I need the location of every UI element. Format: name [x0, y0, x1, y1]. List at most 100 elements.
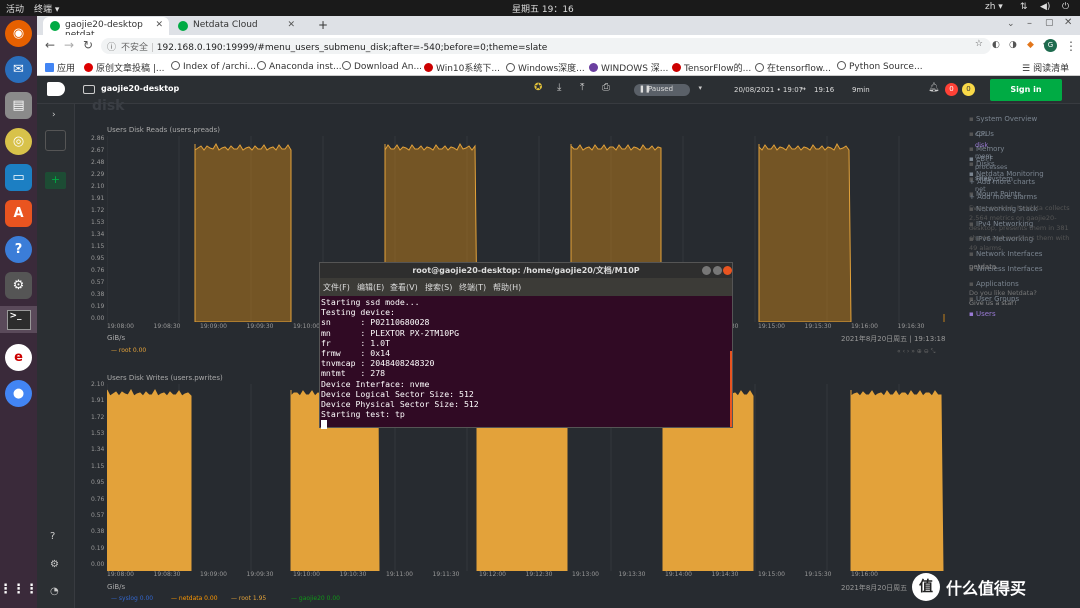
terminal-cursor — [321, 420, 327, 430]
bookmark-item[interactable]: Index of /archi... — [171, 61, 256, 72]
date-range[interactable]: 20/08/2021 • 19:07 — [734, 86, 803, 94]
settings-icon[interactable]: ⚙ — [5, 272, 32, 299]
menu-view[interactable]: 查看(V) — [390, 282, 418, 293]
bookmark-item[interactable]: Windows深度... — [506, 61, 585, 74]
upload-icon[interactable]: ⤒ — [580, 82, 584, 93]
minimize-icon[interactable]: – — [1027, 18, 1032, 29]
menu-item[interactable]: ▪ System Overview — [969, 115, 1079, 130]
terminal-window: root@gaojie20-desktop: /home/gaojie20/文档… — [319, 262, 733, 430]
clock[interactable]: 星期五 19：16 — [512, 2, 574, 15]
bookmark-item[interactable]: Python Source... — [837, 61, 923, 72]
github-star-link[interactable]: Give us a star! — [969, 299, 1079, 309]
netdata-logo-icon[interactable] — [47, 82, 65, 96]
help-circle-icon[interactable]: ? — [50, 531, 55, 542]
play-pause-toggle[interactable]: ❚❚ Paused ▾ — [634, 84, 702, 96]
menu-help[interactable]: 帮助(H) — [493, 282, 521, 293]
network-icon[interactable]: ⇅ — [1020, 2, 1028, 12]
close-tab-icon[interactable]: ✕ — [155, 20, 163, 30]
help-icon[interactable]: ? — [5, 236, 32, 263]
terminal-output[interactable]: Starting ssd mode... Testing device: sn : … — [320, 296, 732, 430]
activities-button[interactable]: 活动 — [6, 2, 24, 15]
legend-item-gaojie20[interactable]: — gaojie20 0.00 — [291, 595, 340, 602]
terminal-icon[interactable]: >_ — [0, 306, 37, 333]
terminal-scrollbar[interactable] — [730, 351, 732, 427]
bookmark-item[interactable]: 在tensorflow... — [755, 61, 831, 74]
tab-netdata-local[interactable]: gaojie20-desktop netdat ✕ — [43, 17, 169, 40]
chart-area — [107, 388, 192, 571]
xmind-icon[interactable]: e — [5, 344, 32, 371]
profile-avatar[interactable]: G — [1044, 39, 1057, 52]
apps-grid-icon[interactable]: ⋮⋮⋮ — [0, 576, 38, 603]
power-icon[interactable]: ⏻ — [1062, 2, 1069, 12]
close-icon[interactable] — [723, 266, 732, 275]
new-tab-button[interactable]: + — [318, 18, 328, 32]
firefox-icon[interactable]: ◉ — [5, 20, 32, 47]
reading-list[interactable]: ☰ 阅读清单 — [1022, 61, 1069, 74]
menu-edit[interactable]: 编辑(E) — [357, 282, 384, 293]
bookmark-item[interactable]: Anaconda inst... — [257, 61, 342, 72]
legend-item-root[interactable]: — root 0.00 — [111, 347, 146, 354]
menu-icon: ▪ — [969, 280, 976, 288]
chrome-menu-icon[interactable]: ⋮ — [1065, 39, 1077, 53]
back-icon[interactable]: ← — [45, 38, 55, 52]
expand-chevron-icon[interactable]: › — [52, 110, 56, 120]
terminal-titlebar[interactable]: root@gaojie20-desktop: /home/gaojie20/文档… — [320, 263, 732, 278]
volume-icon[interactable]: ◀) — [1040, 2, 1050, 12]
gear-icon[interactable]: ⚙ — [50, 559, 59, 570]
sign-in-button[interactable]: Sign in — [990, 79, 1062, 101]
chrome-icon[interactable]: ● — [5, 380, 32, 407]
bookmark-star-icon[interactable]: ☆ — [975, 39, 983, 49]
forward-icon[interactable]: → — [64, 38, 74, 52]
download-icon[interactable]: ⤓ — [557, 82, 561, 93]
software-icon[interactable]: A — [5, 200, 32, 227]
end-time[interactable]: 19:16 — [814, 86, 834, 94]
tab-netdata-cloud[interactable]: Netdata Cloud ✕ — [171, 17, 301, 35]
bookmark-item[interactable]: Download An... — [342, 61, 422, 72]
print-icon[interactable]: ⎙ — [602, 82, 610, 93]
chart-toolbox[interactable]: « ‹ › » ⊕ ⊖ ⤡ — [897, 348, 935, 356]
extension-icon[interactable]: ◐ — [992, 40, 1000, 50]
minimize-icon[interactable] — [702, 266, 711, 275]
input-method[interactable]: zh ▾ — [985, 2, 1003, 12]
legend-item-root[interactable]: — root 1.95 — [231, 595, 266, 602]
app-menu[interactable]: 终端 ▾ — [34, 2, 59, 15]
bookmark-item[interactable]: WINDOWS 深... — [589, 61, 668, 74]
y-tick-label: 2.67 — [91, 147, 105, 154]
bookmark-apps[interactable]: 应用 — [45, 61, 75, 74]
add-space-button[interactable]: + — [45, 172, 66, 189]
extension-icon[interactable]: ◑ — [1009, 40, 1017, 50]
url-text[interactable]: 192.168.0.190:19999/#menu_users_submenu_… — [157, 43, 548, 53]
submenu-item-cpu[interactable]: cpu — [969, 130, 1079, 141]
bookmark-item[interactable]: TensorFlow的... — [672, 61, 751, 74]
menu-file[interactable]: 文件(F) — [323, 282, 350, 293]
address-bar[interactable]: ⓘ 不安全 | 192.168.0.190:19999/#menu_users_… — [101, 38, 991, 54]
host-name[interactable]: gaojie20-desktop — [101, 84, 179, 93]
critical-alarms-badge[interactable]: 0 — [945, 83, 958, 96]
warning-alarms-badge[interactable]: 0 — [962, 83, 975, 96]
metamask-icon[interactable]: ◆ — [1027, 40, 1034, 50]
tab-search-icon[interactable]: ⌄ — [1007, 19, 1015, 29]
reload-icon[interactable]: ↻ — [83, 38, 93, 52]
maximize-icon[interactable] — [713, 266, 722, 275]
close-window-icon[interactable]: ✕ — [1064, 17, 1072, 28]
bookmark-item[interactable]: Win10系统下... — [424, 61, 500, 74]
x-tick-label: 19:11:30 — [432, 571, 460, 578]
bulb-icon[interactable]: ✪ — [534, 82, 542, 93]
files-icon[interactable]: ▤ — [5, 92, 32, 119]
rhythmbox-icon[interactable]: ◎ — [5, 128, 32, 155]
menu-terminal[interactable]: 终端(T) — [459, 282, 486, 293]
bell-icon[interactable]: 🔔︎ — [928, 83, 939, 93]
legend-item-syslog[interactable]: — syslog 0.00 — [111, 595, 153, 602]
menu-item[interactable]: ▪ Users — [969, 310, 1079, 325]
maximize-icon[interactable]: ▢ — [1045, 18, 1054, 28]
bookmark-item[interactable]: 原创文章投稿 |... — [84, 61, 164, 74]
duration[interactable]: 9min — [852, 86, 870, 94]
user-icon[interactable]: ◔ — [50, 586, 59, 597]
close-tab-icon[interactable]: ✕ — [287, 20, 295, 30]
info-icon[interactable]: ⓘ — [107, 40, 116, 53]
thunderbird-icon[interactable]: ✉ — [5, 56, 32, 83]
space-button[interactable] — [45, 130, 66, 151]
writer-icon[interactable]: ▭ — [5, 164, 32, 191]
menu-search[interactable]: 搜索(S) — [425, 282, 452, 293]
legend-item-netdata[interactable]: — netdata 0.00 — [171, 595, 218, 602]
